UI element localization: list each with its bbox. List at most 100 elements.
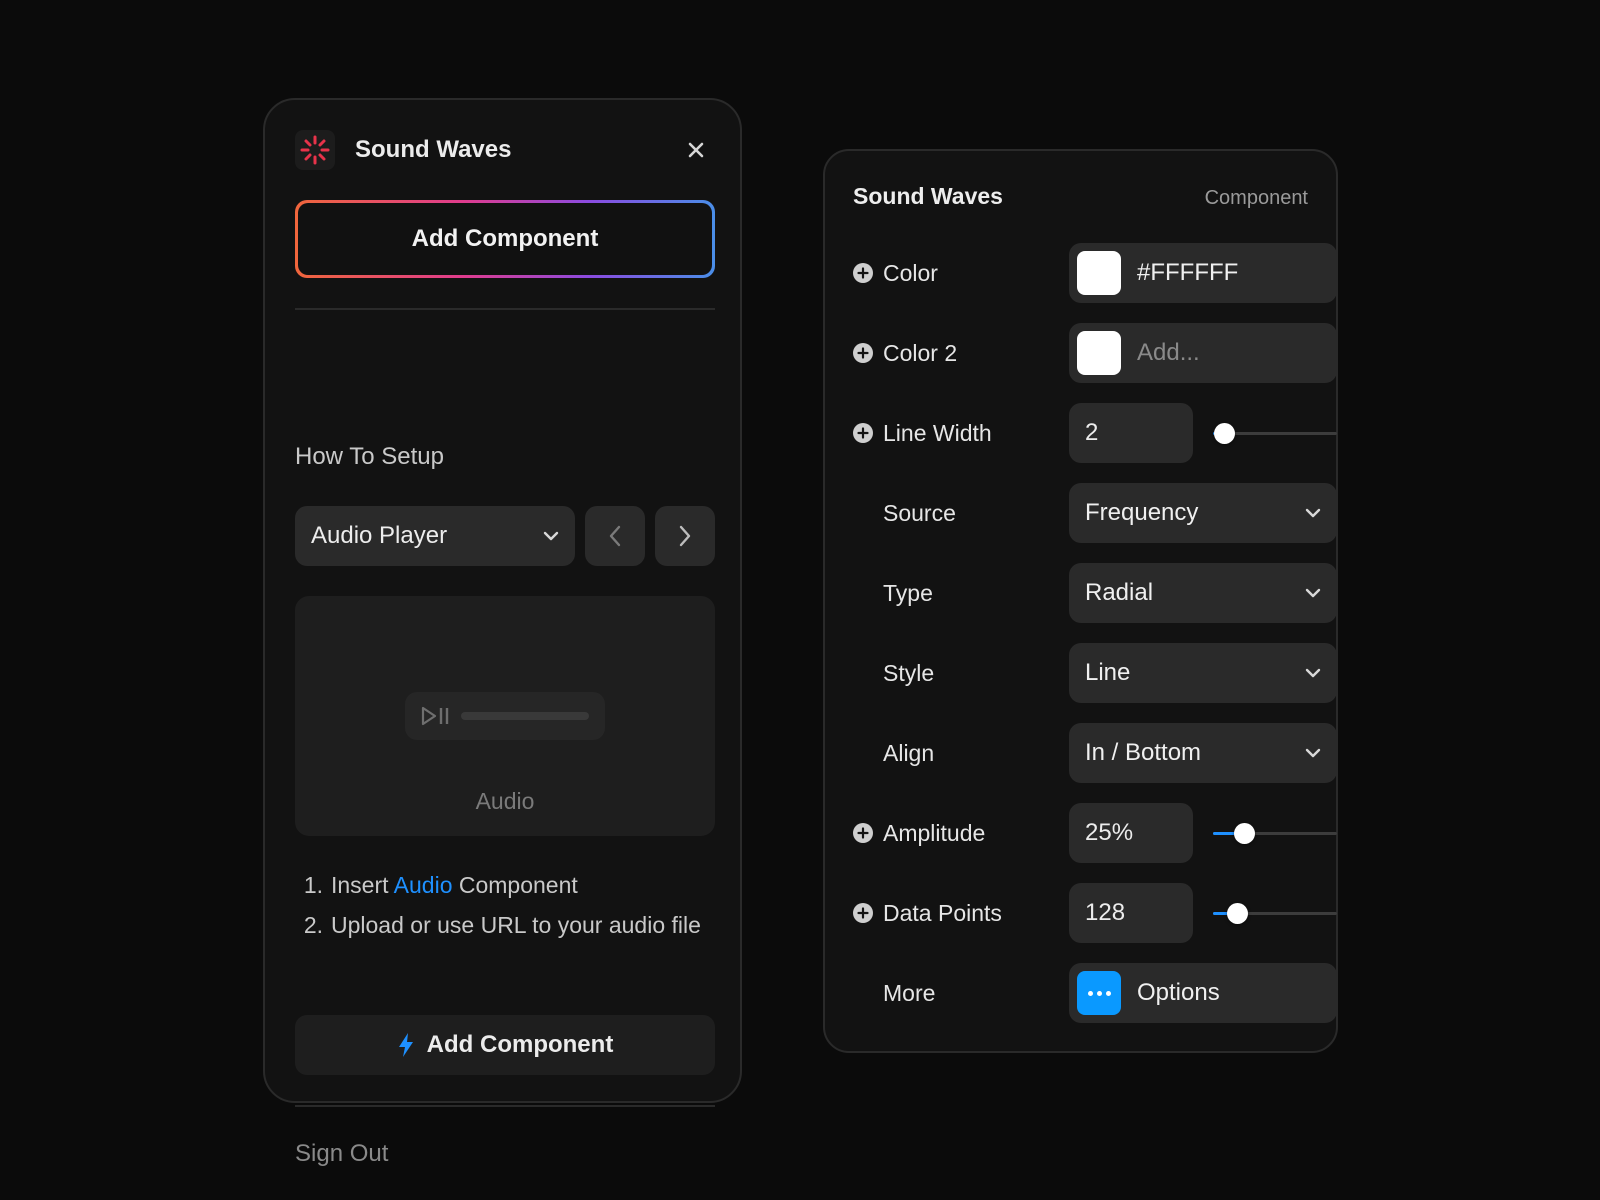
source-dropdown[interactable]: Frequency — [1069, 483, 1337, 543]
align-row: Align In / Bottom — [853, 723, 1337, 783]
color2-label: Color 2 — [883, 339, 958, 366]
previous-button[interactable] — [585, 506, 645, 566]
align-label: Align — [883, 739, 935, 766]
how-to-heading: How To Setup — [295, 443, 444, 470]
color2-row: Color 2 Add... — [853, 323, 1337, 383]
audio-progress-bar — [461, 712, 589, 720]
audio-preview-card: Audio — [295, 596, 715, 836]
properties-panel: Sound Waves Component Color #FFFFFF Colo… — [823, 149, 1338, 1053]
divider — [295, 308, 715, 310]
type-dropdown[interactable]: Radial — [1069, 563, 1337, 623]
properties-title: Sound Waves — [853, 183, 1003, 209]
color2-placeholder: Add... — [1137, 339, 1200, 366]
chevron-down-icon — [1305, 748, 1321, 758]
source-control: Frequency — [1069, 483, 1337, 543]
chevron-down-icon — [1305, 668, 1321, 678]
color-field[interactable]: #FFFFFF — [1069, 243, 1337, 303]
setup-steps: 1. Insert Audio Component 2. Upload or u… — [295, 865, 715, 945]
options-label: Options — [1137, 979, 1220, 1006]
style-control: Line — [1069, 643, 1337, 703]
slider-knob[interactable] — [1226, 903, 1248, 924]
data-points-control: 128 — [1069, 883, 1337, 943]
type-control: Radial — [1069, 563, 1337, 623]
divider — [295, 1105, 715, 1107]
more-control: Options — [1069, 963, 1337, 1023]
data-points-slider[interactable] — [1213, 903, 1337, 924]
line-width-row: Line Width 2 — [853, 403, 1337, 463]
step-text: Insert Audio Component — [331, 872, 578, 898]
color2-field[interactable]: Add... — [1069, 323, 1337, 383]
more-label: More — [883, 979, 936, 1006]
properties-header: Sound Waves Component — [853, 183, 1308, 210]
more-row: More Options — [853, 963, 1337, 1023]
color-swatch[interactable] — [1077, 251, 1121, 295]
add-component-label: Add Component — [298, 203, 712, 275]
type-row: Type Radial — [853, 563, 1337, 623]
source-value: Frequency — [1085, 499, 1199, 526]
line-width-label: Line Width — [883, 419, 992, 446]
source-row: Source Frequency — [853, 483, 1337, 543]
amplitude-input[interactable]: 25% — [1069, 803, 1193, 863]
audio-player-preview — [405, 692, 605, 740]
type-value: Radial — [1085, 579, 1154, 606]
close-icon — [688, 142, 704, 158]
component-type-dropdown[interactable]: Audio Player — [295, 506, 575, 566]
data-points-label: Data Points — [883, 899, 1002, 926]
add-component-secondary-label: Add Component — [426, 1031, 614, 1058]
align-dropdown[interactable]: In / Bottom — [1069, 723, 1337, 783]
type-label: Type — [883, 579, 933, 606]
next-button[interactable] — [655, 506, 715, 566]
color-control: #FFFFFF — [1069, 243, 1337, 303]
color2-swatch[interactable] — [1077, 331, 1121, 375]
chevron-left-icon — [609, 525, 621, 547]
sign-out-link[interactable]: Sign Out — [295, 1140, 388, 1168]
slider-knob[interactable] — [1214, 423, 1236, 444]
style-value: Line — [1085, 659, 1131, 686]
plus-circle-icon[interactable] — [853, 823, 873, 843]
color-value: #FFFFFF — [1137, 259, 1239, 286]
chevron-down-icon — [1305, 588, 1321, 598]
audio-link[interactable]: Audio — [394, 872, 453, 898]
setup-panel-title: Sound Waves — [355, 136, 512, 163]
ellipsis-icon — [1077, 971, 1121, 1015]
plus-circle-icon[interactable] — [853, 263, 873, 283]
options-button[interactable]: Options — [1069, 963, 1337, 1023]
source-label: Source — [883, 499, 956, 526]
align-control: In / Bottom — [1069, 723, 1337, 783]
step-item: 2. Upload or use URL to your audio file — [295, 905, 715, 945]
chevron-down-icon — [1305, 508, 1321, 518]
slider-knob[interactable] — [1234, 823, 1255, 844]
setup-panel: Sound Waves Add Component How To Setup A… — [263, 98, 742, 1167]
amplitude-label: Amplitude — [883, 819, 986, 846]
amplitude-control: 25% — [1069, 803, 1337, 863]
style-dropdown[interactable]: Line — [1069, 643, 1337, 703]
close-button[interactable] — [682, 136, 710, 164]
play-pause-icon — [421, 706, 449, 726]
setup-selector-row: Audio Player — [295, 506, 715, 566]
setup-panel-header: Sound Waves — [295, 130, 710, 170]
properties-subtitle: Component — [1204, 187, 1308, 209]
color-label: Color — [883, 259, 938, 286]
step-number: 1. — [303, 872, 323, 898]
component-type-value: Audio Player — [311, 522, 448, 549]
style-row: Style Line — [853, 643, 1337, 703]
amplitude-slider[interactable] — [1213, 823, 1337, 844]
add-component-secondary-button[interactable]: Add Component — [295, 1015, 715, 1075]
plus-circle-icon[interactable] — [853, 903, 873, 923]
step-text: Upload or use URL to your audio file — [331, 912, 701, 938]
line-width-input[interactable]: 2 — [1069, 403, 1193, 463]
data-points-input[interactable]: 128 — [1069, 883, 1193, 943]
data-points-row: Data Points 128 — [853, 883, 1337, 943]
preview-label: Audio — [475, 788, 535, 814]
burst-logo-icon — [295, 130, 335, 170]
style-label: Style — [883, 659, 935, 686]
color2-control: Add... — [1069, 323, 1337, 383]
line-width-control: 2 — [1069, 403, 1337, 463]
step-item: 1. Insert Audio Component — [295, 865, 715, 905]
align-value: In / Bottom — [1085, 739, 1202, 766]
line-width-slider[interactable] — [1213, 423, 1337, 444]
add-component-button[interactable]: Add Component — [295, 200, 715, 278]
plus-circle-icon[interactable] — [853, 423, 873, 443]
chevron-down-icon — [543, 531, 559, 541]
plus-circle-icon[interactable] — [853, 343, 873, 363]
